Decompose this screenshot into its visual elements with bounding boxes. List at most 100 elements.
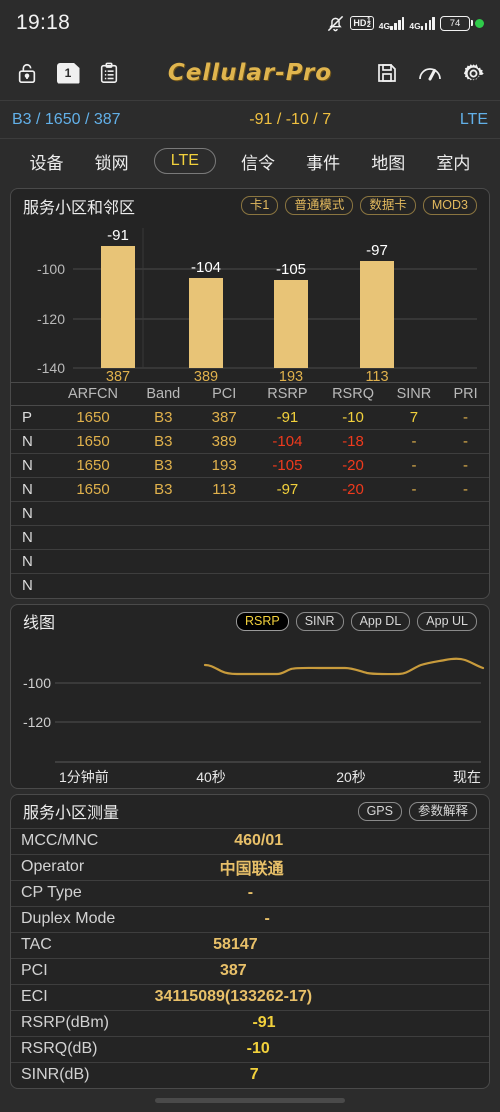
svg-text:387: 387 bbox=[106, 369, 130, 382]
cell-sinr: - bbox=[385, 453, 443, 478]
table-header-row: ARFCN Band PCI RSRP RSRQ SINR PRI bbox=[11, 382, 489, 406]
measure-value: 34115089(133262-17) bbox=[154, 988, 313, 1005]
cell-pci: 387 bbox=[193, 405, 255, 430]
rsrp-bar-chart: -100 -120 -140 -91 -104 -105 -97 387 389… bbox=[15, 222, 485, 382]
measure-key: SINR(dB) bbox=[21, 1066, 90, 1083]
list-item[interactable]: PCI 387 bbox=[11, 957, 489, 984]
cell-empty bbox=[53, 525, 489, 550]
cell-rsrp: -105 bbox=[254, 453, 321, 478]
tab-map[interactable]: 地图 bbox=[365, 146, 411, 177]
line-chart-buttons: RSRP SINR App DL App UL bbox=[235, 611, 477, 631]
cell-rsrq: -20 bbox=[320, 453, 386, 478]
line-chart-header: 线图 RSRP SINR App DL App UL bbox=[11, 605, 489, 638]
chip-mod3[interactable]: MOD3 bbox=[422, 196, 477, 215]
button-rsrp[interactable]: RSRP bbox=[235, 611, 289, 631]
tab-indoor[interactable]: 室内 bbox=[430, 146, 476, 177]
button-app-ul[interactable]: App UL bbox=[417, 611, 477, 631]
cell-sinr: - bbox=[385, 477, 443, 502]
tab-signaling[interactable]: 信令 bbox=[235, 146, 281, 177]
list-item[interactable]: RSRP(dBm) -91 bbox=[11, 1009, 489, 1036]
cell-band: B3 bbox=[132, 477, 194, 502]
cell-index: N bbox=[11, 501, 54, 526]
cell-index: N bbox=[11, 549, 54, 574]
measure-value: - bbox=[247, 884, 254, 901]
measure-key: PCI bbox=[21, 962, 48, 979]
button-app-dl[interactable]: App DL bbox=[350, 611, 411, 631]
cell-index: P bbox=[11, 405, 54, 430]
rsrp-line-chart-svg: -100 -120 1分钟前 40秒 20秒 现在 bbox=[23, 657, 485, 785]
chip-data-card[interactable]: 数据卡 bbox=[360, 196, 416, 215]
button-sinr[interactable]: SINR bbox=[295, 611, 344, 631]
measure-value: 58147 bbox=[213, 936, 258, 953]
measure-key: Duplex Mode bbox=[21, 910, 116, 927]
table-row[interactable]: N 1650 B3 113 -97 -20 - - bbox=[11, 477, 489, 502]
list-item[interactable]: ECI 34115089(133262-17) bbox=[11, 983, 489, 1010]
table-row[interactable]: P 1650 B3 387 -91 -10 7 - bbox=[11, 405, 489, 430]
svg-text:389: 389 bbox=[194, 369, 218, 382]
status-clock: 19:18 bbox=[16, 11, 71, 34]
measurement-title: 服务小区测量 bbox=[23, 805, 120, 822]
sim-card-icon[interactable]: 1 bbox=[55, 60, 81, 86]
table-row[interactable]: N 1650 B3 193 -105 -20 - - bbox=[11, 453, 489, 478]
table-row[interactable]: N 1650 B3 389 -104 -18 - - bbox=[11, 429, 489, 454]
table-row[interactable]: N bbox=[11, 525, 489, 550]
tab-lte[interactable]: LTE bbox=[153, 148, 216, 174]
measure-value: 7 bbox=[249, 1066, 259, 1083]
signal-4g-icon-1: 4G bbox=[379, 16, 405, 30]
cell-index: N bbox=[11, 429, 54, 454]
list-item[interactable]: Operator 中国联通 bbox=[11, 853, 489, 880]
measure-key: TAC bbox=[21, 936, 52, 953]
app-screen: 19:18 HD 1 2 4G 4G 74 1 Cellular-Pro B3 … bbox=[0, 0, 500, 1112]
clipboard-icon[interactable] bbox=[96, 60, 122, 86]
tab-lock-network[interactable]: 锁网 bbox=[89, 146, 135, 177]
gear-icon[interactable] bbox=[460, 60, 486, 86]
cell-rsrp: -104 bbox=[254, 429, 321, 454]
unlock-icon[interactable] bbox=[14, 60, 40, 86]
col-sinr: SINR bbox=[385, 382, 443, 406]
app-bar: 1 Cellular-Pro bbox=[0, 46, 500, 101]
cell-pci: 113 bbox=[193, 477, 255, 502]
battery-icon: 74 bbox=[440, 15, 473, 31]
cell-rsrq: -10 bbox=[320, 405, 386, 430]
chip-card1[interactable]: 卡1 bbox=[240, 196, 279, 215]
signal-4g-label-2: 4G bbox=[409, 21, 421, 31]
svg-text:113: 113 bbox=[365, 369, 388, 382]
cell-band: B3 bbox=[132, 429, 194, 454]
list-item[interactable]: MCC/MNC 460/01 bbox=[11, 827, 489, 854]
chip-normal-mode[interactable]: 普通模式 bbox=[285, 196, 354, 215]
measure-key: ECI bbox=[21, 988, 48, 1005]
button-param-explain[interactable]: 参数解释 bbox=[408, 801, 477, 821]
list-item[interactable]: TAC 58147 bbox=[11, 931, 489, 958]
cell-band: B3 bbox=[132, 453, 194, 478]
speedometer-icon[interactable] bbox=[417, 60, 443, 86]
cell-index: N bbox=[11, 453, 54, 478]
cell-empty bbox=[53, 549, 489, 574]
save-icon[interactable] bbox=[374, 60, 400, 86]
rsrp-line-chart: -100 -120 1分钟前 40秒 20秒 现在 bbox=[15, 638, 485, 788]
table-row[interactable]: N bbox=[11, 549, 489, 574]
cell-empty bbox=[53, 501, 489, 526]
line-chart-panel: 线图 RSRP SINR App DL App UL -100 -120 1分钟… bbox=[10, 603, 490, 789]
recording-dot-icon bbox=[475, 18, 484, 28]
list-item[interactable]: CP Type - bbox=[11, 879, 489, 906]
tab-device[interactable]: 设备 bbox=[24, 146, 70, 177]
measure-value: - bbox=[264, 910, 270, 927]
list-item[interactable]: SINR(dB) 7 bbox=[11, 1061, 489, 1088]
table-row[interactable]: N bbox=[11, 574, 489, 598]
tab-events[interactable]: 事件 bbox=[300, 146, 346, 177]
cell-index: N bbox=[11, 525, 54, 550]
serving-cell-title: 服务小区和邻区 bbox=[23, 199, 136, 217]
measure-value: -10 bbox=[246, 1040, 270, 1057]
list-item[interactable]: Duplex Mode - bbox=[11, 905, 489, 932]
col-arfcn: ARFCN bbox=[53, 382, 133, 406]
cell-pci: 389 bbox=[193, 429, 255, 454]
cell-arfcn: 1650 bbox=[53, 429, 133, 454]
measure-key: Operator bbox=[21, 858, 85, 875]
button-gps[interactable]: GPS bbox=[357, 801, 402, 821]
home-indicator[interactable] bbox=[155, 1098, 345, 1103]
bell-muted-icon bbox=[326, 14, 345, 33]
cell-index: N bbox=[11, 477, 54, 502]
app-bar-left-icons: 1 bbox=[14, 60, 122, 86]
table-row[interactable]: N bbox=[11, 501, 489, 526]
list-item[interactable]: RSRQ(dB) -10 bbox=[11, 1035, 489, 1062]
